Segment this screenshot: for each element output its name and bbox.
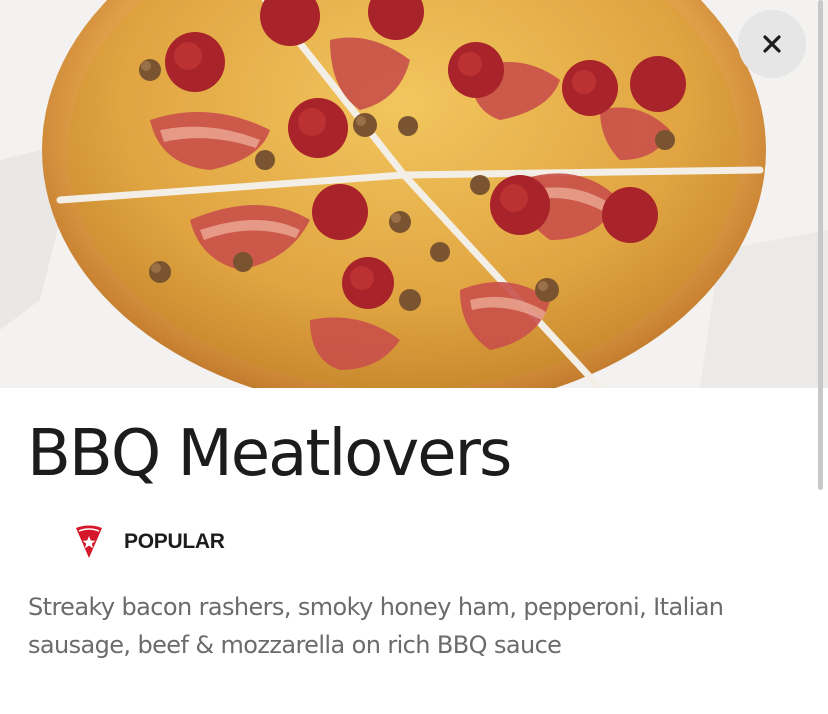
product-image — [0, 0, 828, 388]
pizza-photo — [0, 0, 828, 388]
product-description: Streaky bacon rashers, smoky honey ham, … — [28, 593, 724, 659]
close-button[interactable] — [738, 10, 806, 78]
scrollbar[interactable] — [818, 0, 823, 490]
product-title: BBQ Meatlovers — [27, 417, 512, 491]
popular-badge: POPULAR — [74, 522, 225, 562]
pizza-slice-star-icon — [76, 525, 102, 558]
close-icon — [763, 35, 781, 53]
badge-label: POPULAR — [124, 530, 225, 553]
product-detail-page: BBQ Meatlovers POPULAR Streaky bacon ras… — [0, 0, 828, 714]
